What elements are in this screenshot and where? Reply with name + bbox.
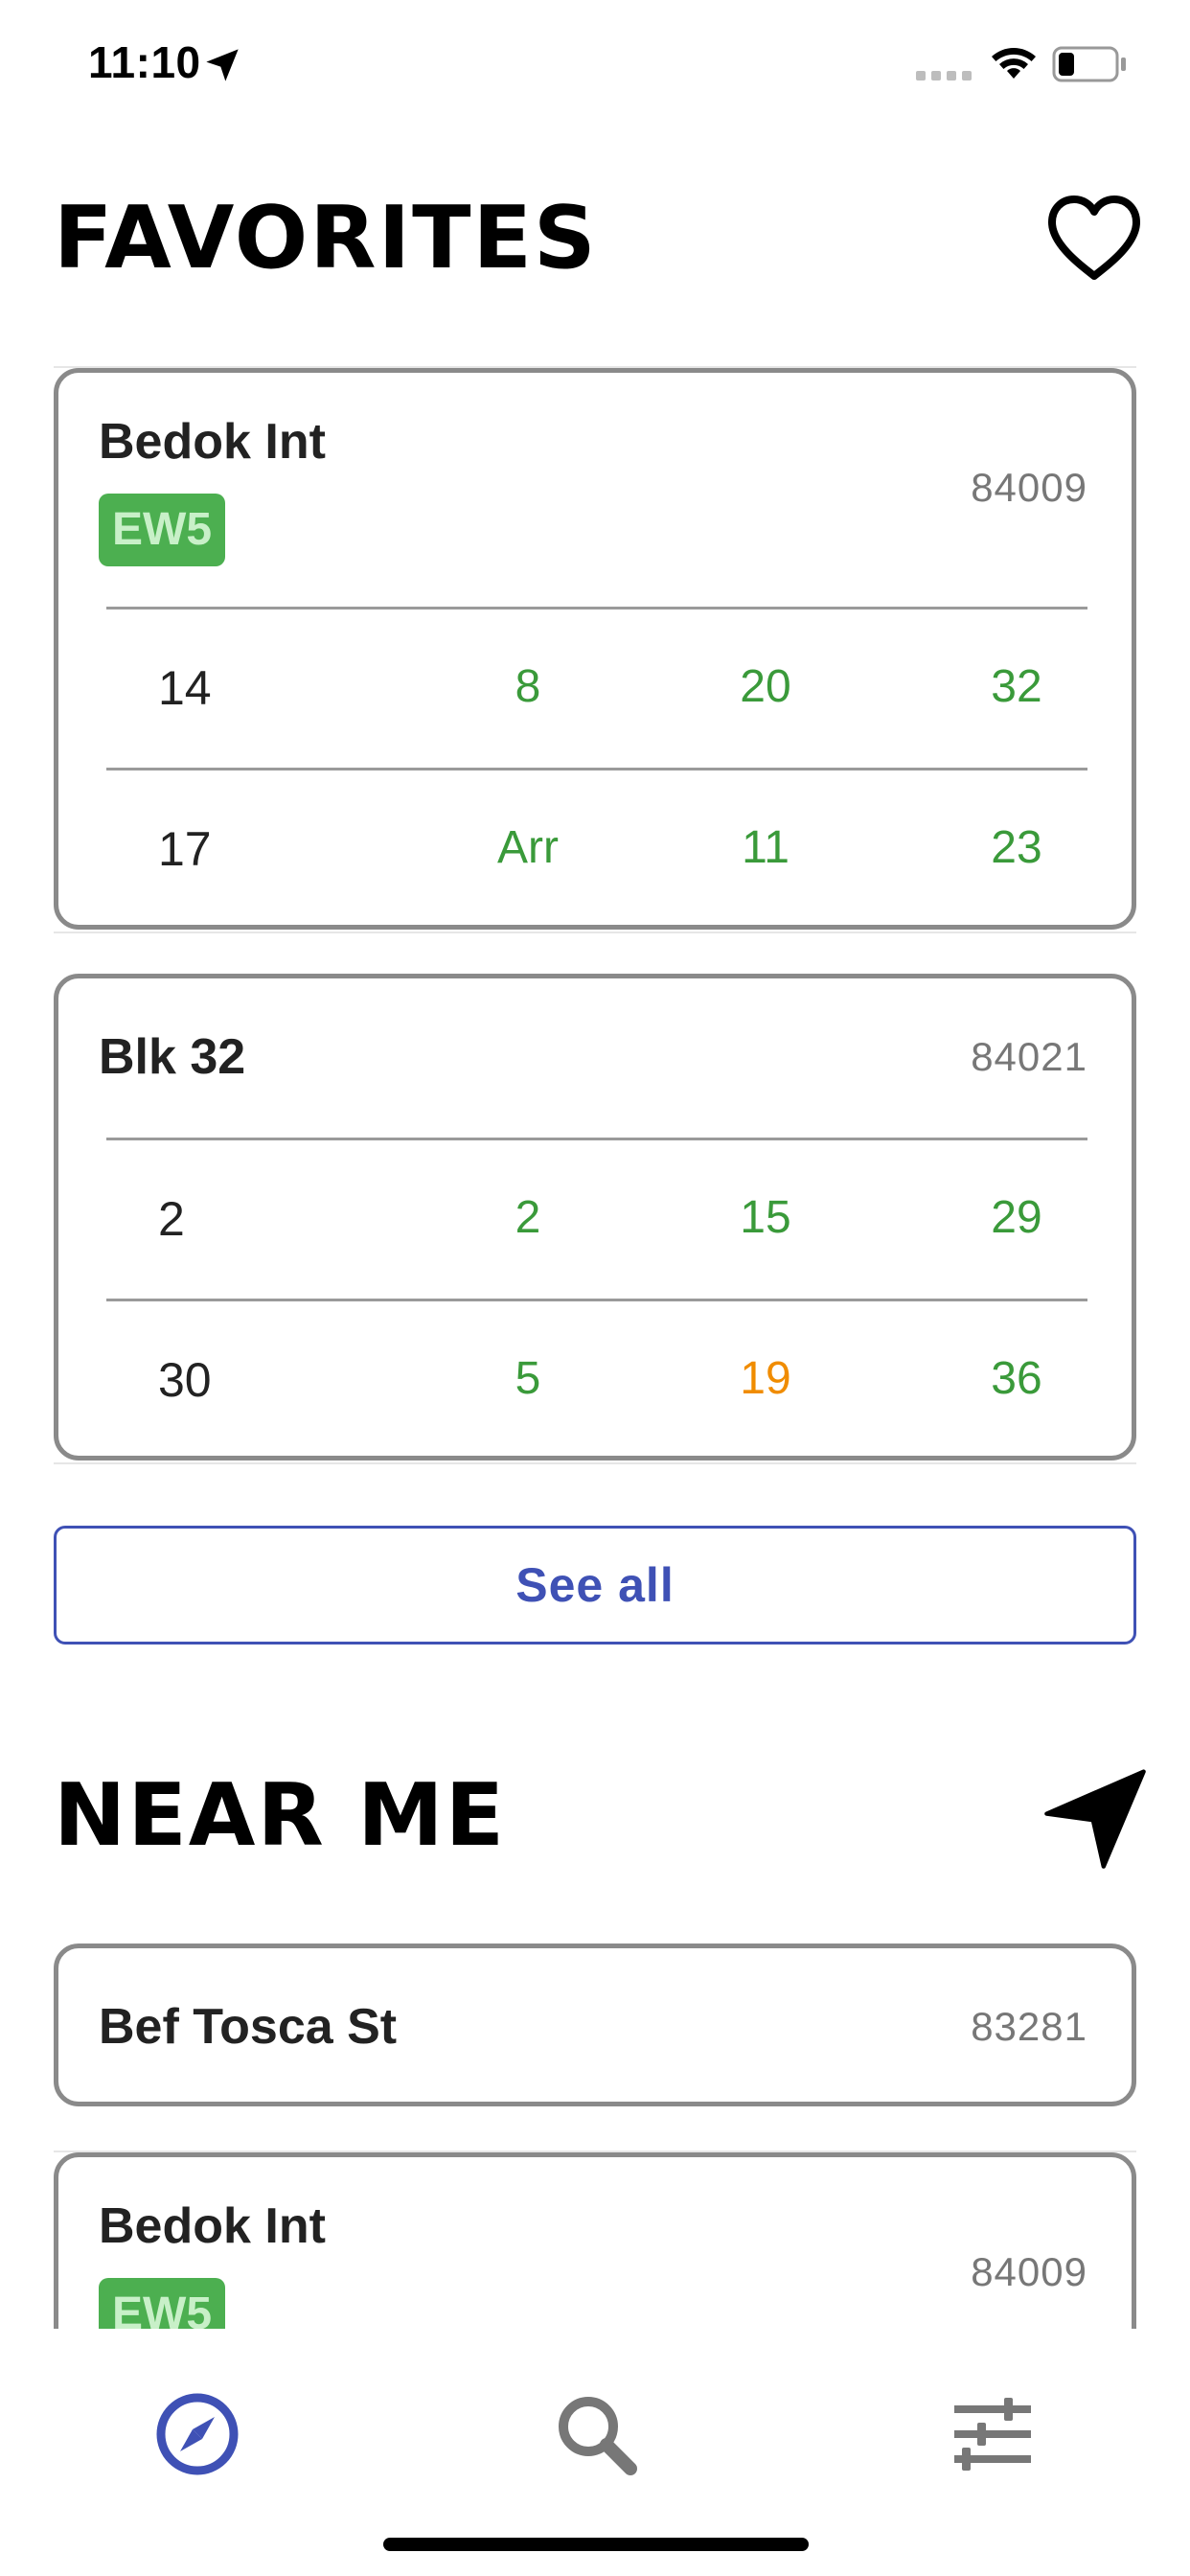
eta-value: 36: [991, 1353, 1042, 1404]
status-time: 11:10: [88, 37, 201, 87]
see-all-button[interactable]: See all: [54, 1526, 1136, 1644]
row-divider: [106, 607, 1087, 610]
cellular-signal-icon: [916, 71, 972, 80]
compass-icon[interactable]: [149, 2386, 245, 2482]
favorite-stop-card[interactable]: Blk 32 84021 2 2 15 29 30 5 19 36: [54, 974, 1136, 1460]
sliders-icon[interactable]: [945, 2386, 1041, 2482]
eta-value: 19: [740, 1353, 791, 1404]
nearby-stop-card[interactable]: Bef Tosca St 83281: [54, 1944, 1136, 2106]
service-row[interactable]: 14 8 20 32: [58, 607, 1132, 768]
location-arrow-icon: [206, 49, 239, 81]
service-row[interactable]: 30 5 19 36: [58, 1299, 1132, 1456]
eta-value: 23: [991, 822, 1042, 873]
row-divider: [106, 1138, 1087, 1140]
status-bar: 11:10: [0, 0, 1190, 126]
eta-value: 32: [991, 661, 1042, 712]
favorites-title: FAVORITES: [54, 188, 598, 288]
stop-code: 84021: [971, 1034, 1087, 1079]
stop-code: 83281: [971, 2004, 1087, 2049]
eta-value: 20: [740, 661, 791, 712]
navigation-arrow-icon[interactable]: [1042, 1765, 1148, 1871]
eta-value: 8: [515, 661, 541, 712]
battery-icon: [1052, 46, 1126, 82]
row-divider: [106, 1299, 1087, 1301]
service-number: 2: [158, 1192, 185, 1246]
service-row[interactable]: 17 Arr 11 23: [58, 768, 1132, 925]
stop-code: 84009: [971, 2249, 1087, 2294]
eta-value: Arr: [497, 822, 559, 873]
search-icon[interactable]: [548, 2386, 644, 2482]
service-number: 17: [158, 822, 212, 876]
mrt-badge: EW5: [99, 494, 226, 566]
eta-value: 29: [991, 1192, 1042, 1243]
divider: [54, 1462, 1136, 1464]
favorite-stop-card[interactable]: Bedok Int 84009 EW5 14 8 20 32 17 Arr 11…: [54, 368, 1136, 930]
service-number: 14: [158, 661, 212, 715]
eta-value: 5: [515, 1353, 541, 1404]
stop-name: Bedok Int: [99, 414, 326, 470]
service-number: 30: [158, 1353, 212, 1407]
near-me-title: NEAR ME: [54, 1765, 507, 1866]
wifi-icon: [992, 48, 1036, 79]
stop-name: Blk 32: [99, 1029, 246, 1085]
home-indicator: [383, 2538, 809, 2551]
stop-name: Bef Tosca St: [99, 1999, 398, 2055]
eta-value: 11: [742, 822, 790, 873]
service-row[interactable]: 2 2 15 29: [58, 1138, 1132, 1299]
divider: [54, 932, 1136, 933]
row-divider: [106, 768, 1087, 770]
eta-value: 15: [740, 1192, 791, 1243]
stop-code: 84009: [971, 465, 1087, 510]
eta-value: 2: [515, 1192, 541, 1243]
heart-icon[interactable]: [1044, 192, 1144, 284]
stop-name: Bedok Int: [99, 2198, 326, 2254]
